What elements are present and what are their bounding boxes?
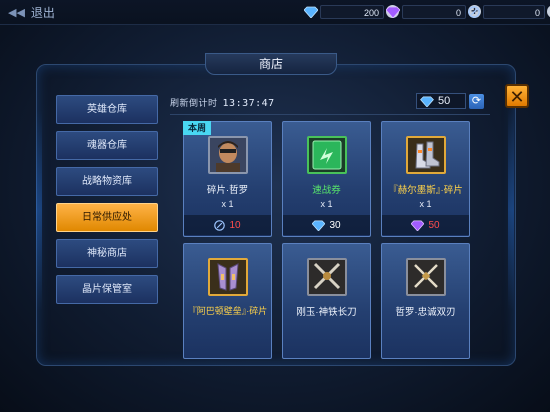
price-value: 10 xyxy=(229,219,241,231)
item-name: 『赫尔墨斯』·碎片 xyxy=(388,185,463,196)
shop-item-card[interactable]: 速战券 x 1 30 xyxy=(282,121,371,237)
shop-item-card[interactable]: 本周 碎片·哲罗 x 1 10 xyxy=(183,121,272,237)
sidebar-item-chip-storage[interactable]: 晶片保管室 xyxy=(56,275,158,304)
item-name: 哲罗·忠诚双刃 xyxy=(395,307,456,318)
blue-diamond-icon xyxy=(304,6,318,18)
purple-diamond-icon xyxy=(411,220,425,231)
shop-item-card[interactable]: 『赫尔墨斯』·碎片 x 1 50 xyxy=(381,121,470,237)
ticket-icon xyxy=(307,136,347,174)
sidebar-item-daily-supply[interactable]: 日常供应处 xyxy=(56,203,158,232)
resource-value: 0 xyxy=(402,4,466,19)
boots-icon xyxy=(406,136,446,174)
price-value: 30 xyxy=(329,219,341,231)
weekly-badge: 本周 xyxy=(183,121,211,135)
resource-gear-token: 0 + xyxy=(467,4,550,19)
back-button[interactable]: ◀◀ 退出 xyxy=(8,4,55,20)
item-price: 50 xyxy=(382,215,469,235)
shop-sidebar: 英雄仓库 魂器仓库 战略物资库 日常供应处 神秘商店 晶片保管室 xyxy=(56,95,160,311)
frame-glow-left xyxy=(36,110,42,310)
frame-glow-right xyxy=(508,110,514,310)
item-price: 10 xyxy=(184,215,271,235)
item-name: 『阿巴顿壁垒』·碎片 xyxy=(187,306,268,316)
sidebar-item-hero-warehouse[interactable]: 英雄仓库 xyxy=(56,95,158,124)
resource-value: 0 xyxy=(483,4,545,19)
armor-icon xyxy=(208,258,248,296)
close-button[interactable]: ✕ xyxy=(505,84,529,108)
currency-box: 50 xyxy=(416,93,466,109)
item-quantity: x 1 xyxy=(419,199,432,209)
shop-item-card[interactable]: 『阿巴顿壁垒』·碎片 xyxy=(183,243,272,359)
item-name: 碎片·哲罗 xyxy=(206,185,249,196)
sidebar-item-soul-warehouse[interactable]: 魂器仓库 xyxy=(56,131,158,160)
refresh-icon: ⟳ xyxy=(471,94,482,107)
sidebar-item-mystery-shop[interactable]: 神秘商店 xyxy=(56,239,158,268)
item-name: 速战券 xyxy=(312,185,341,196)
countdown-time: 13:37:47 xyxy=(222,98,275,109)
back-arrow-icon: ◀◀ xyxy=(8,6,25,19)
top-bar: ◀◀ 退出 200 + 0 + 0 + xyxy=(0,0,550,25)
item-quantity: x 1 xyxy=(221,199,234,209)
crossed-blades-icon xyxy=(406,258,446,296)
resource-blue-diamond: 200 + xyxy=(304,4,399,19)
shop-title: 商店 xyxy=(205,53,337,75)
countdown-label: 刷新倒计时 xyxy=(170,98,218,108)
sidebar-item-strategic-supplies[interactable]: 战略物资库 xyxy=(56,167,158,196)
currency-value: 50 xyxy=(438,95,451,107)
item-price: 30 xyxy=(283,215,370,235)
hero-portrait-icon xyxy=(208,136,248,174)
refresh-button[interactable]: ⟳ xyxy=(469,93,484,109)
gear-token-icon xyxy=(468,5,480,18)
purple-diamond-icon xyxy=(386,6,400,18)
item-quantity: x 1 xyxy=(320,199,333,209)
item-name: 刚玉·神铁长刀 xyxy=(296,307,357,318)
crossed-swords-icon xyxy=(307,258,347,296)
shop-item-card[interactable]: 哲罗·忠诚双刃 xyxy=(381,243,470,359)
shop-item-card[interactable]: 刚玉·神铁长刀 xyxy=(282,243,371,359)
price-value: 50 xyxy=(428,219,440,231)
gear-token-icon xyxy=(214,219,226,231)
currency-control: 50 ⟳ xyxy=(416,93,484,109)
back-label: 退出 xyxy=(30,5,55,20)
blue-diamond-icon xyxy=(420,96,434,107)
resource-value: 200 xyxy=(320,4,384,19)
refresh-countdown: 刷新倒计时 13:37:47 xyxy=(170,96,275,109)
header-divider xyxy=(170,114,490,115)
blue-diamond-icon xyxy=(312,220,326,231)
